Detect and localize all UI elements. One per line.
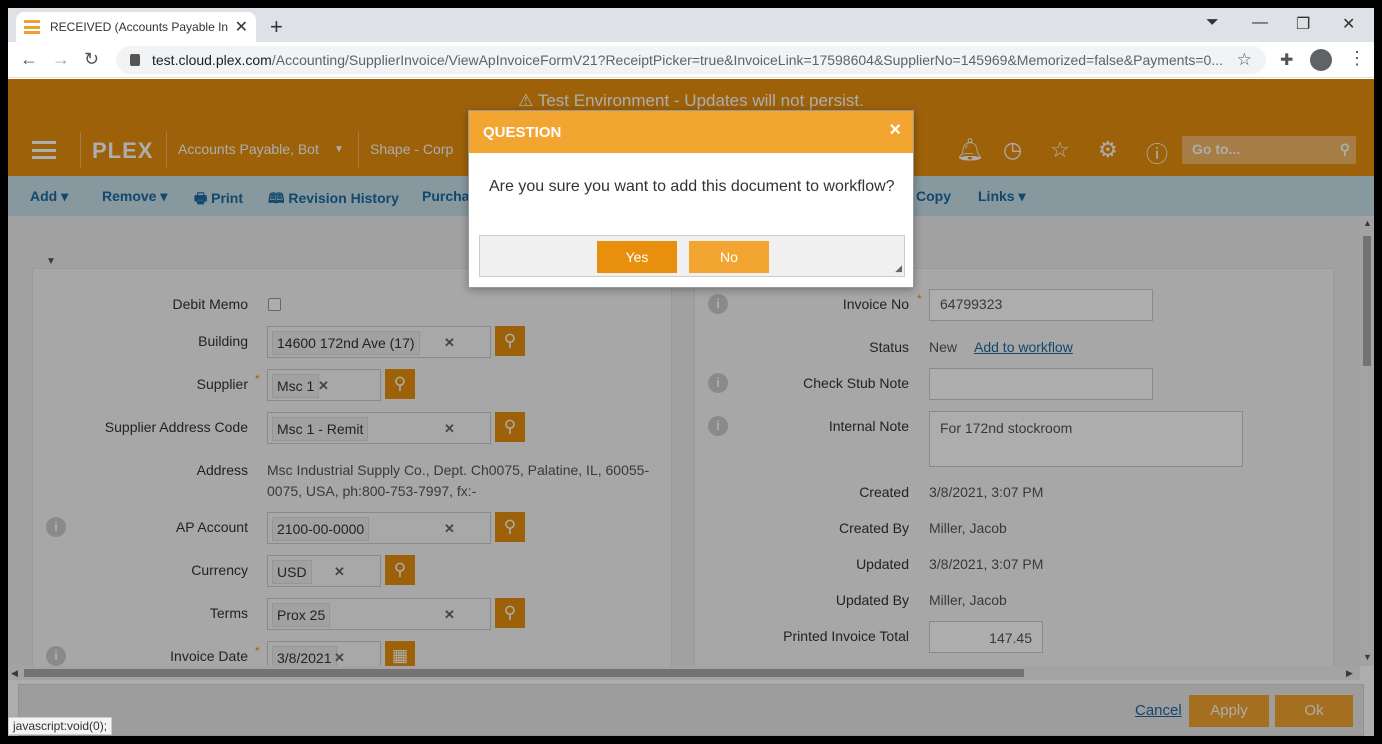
forward-icon[interactable]: → xyxy=(52,49,70,70)
browser-tab[interactable]: RECEIVED (Accounts Payable Invo ✕ xyxy=(16,12,256,42)
browser-menu-icon[interactable]: ⋮ xyxy=(1348,48,1366,69)
no-button[interactable]: No xyxy=(689,241,769,273)
bookmark-star-icon[interactable]: ☆ xyxy=(1237,50,1252,70)
status-bar: javascript:void(0); xyxy=(8,717,113,735)
restore-icon[interactable]: ❐ xyxy=(1296,14,1310,34)
profile-avatar-icon[interactable] xyxy=(1310,49,1332,71)
close-window-icon[interactable]: ✕ xyxy=(1342,14,1355,34)
url-path: /Accounting/SupplierInvoice/ViewApInvoic… xyxy=(271,52,1223,68)
plex-favicon-icon xyxy=(24,20,40,34)
tab-strip: RECEIVED (Accounts Payable Invo ✕ + ⏷ — … xyxy=(8,8,1374,42)
lock-icon xyxy=(130,54,140,66)
dialog-footer: Yes No ◢ xyxy=(479,235,905,277)
dialog-title: QUESTION xyxy=(483,124,562,141)
tab-search-icon[interactable]: ⏷ xyxy=(1206,14,1219,32)
close-tab-icon[interactable]: ✕ xyxy=(235,17,248,37)
yes-button[interactable]: Yes xyxy=(597,241,677,273)
reload-icon[interactable]: ↻ xyxy=(84,49,99,70)
url-host: test.cloud.plex.com xyxy=(152,52,272,68)
resize-grip-icon[interactable]: ◢ xyxy=(895,263,902,274)
address-bar: ← → ↻ test.cloud.plex.com/Accounting/Sup… xyxy=(8,42,1374,78)
browser-window: RECEIVED (Accounts Payable Invo ✕ + ⏷ — … xyxy=(8,8,1374,736)
extensions-icon[interactable]: ✚ xyxy=(1280,50,1293,70)
tab-title: RECEIVED (Accounts Payable Invo xyxy=(50,20,228,34)
back-icon[interactable]: ← xyxy=(20,49,38,70)
dialog-close-icon[interactable]: × xyxy=(889,119,901,142)
url-field[interactable]: test.cloud.plex.com/Accounting/SupplierI… xyxy=(116,46,1266,74)
dialog-message: Are you sure you want to add this docume… xyxy=(489,178,895,195)
minimize-icon[interactable]: — xyxy=(1252,14,1268,32)
question-dialog: QUESTION × Are you sure you want to add … xyxy=(468,110,914,288)
dialog-header: QUESTION × xyxy=(469,111,913,153)
new-tab-button[interactable]: + xyxy=(270,14,283,40)
